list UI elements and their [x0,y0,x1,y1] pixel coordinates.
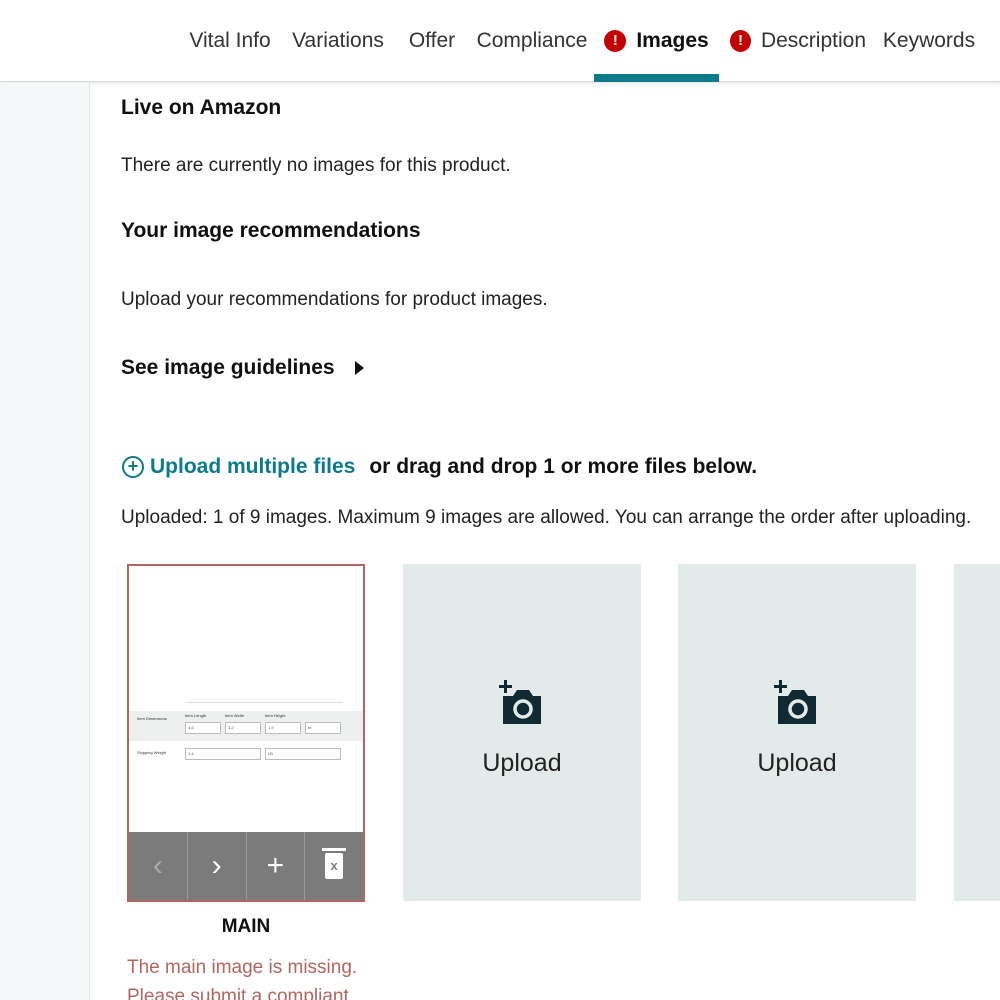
left-gutter [0,83,90,1000]
guidelines-label: See image guidelines [121,356,335,379]
thumb-label: Item Dimensions [137,716,167,721]
trash-mark: x [330,858,338,873]
tab-vital-info[interactable]: Vital Info [178,0,282,82]
previous-icon[interactable]: ‹ [129,832,188,900]
main-image-error: The main image is missing. Please submit… [127,957,358,1000]
tab-label: Images [636,29,709,52]
upload-label: Upload [482,749,562,777]
add-icon[interactable]: + [247,832,306,900]
thumb-label: Item Length [185,713,207,718]
trash-icon: x [322,848,347,879]
divider [187,702,343,703]
thumb-field: LB [265,748,341,760]
upload-slot[interactable]: Upload [403,564,641,901]
upload-status: Uploaded: 1 of 9 images. Maximum 9 image… [121,507,972,528]
recommendations-heading: Your image recommendations [121,219,421,242]
upload-label: Upload [757,749,837,777]
add-photo-icon [774,680,816,724]
upload-line: + Upload multiple files or drag and drop… [122,455,757,479]
tab-offer[interactable]: Offer [402,0,462,82]
recommendations-text: Upload your recommendations for product … [121,289,548,310]
main-image-thumbnail: Item Dimensions Item Length Item Width I… [129,566,363,832]
tab-bar: Vital Info Variations Offer Compliance !… [0,0,1000,82]
caret-right-icon [354,361,364,375]
tab-description[interactable]: ! Description [730,0,866,82]
tab-label: Vital Info [189,29,271,52]
plus-circle-icon[interactable]: + [122,456,144,478]
thumb-field: 1.9 [265,722,301,734]
drag-drop-hint: or drag and drop 1 or more files below. [369,455,758,478]
thumb-field: In [305,722,341,734]
tab-label: Description [760,29,866,52]
tab-label: Offer [408,29,456,52]
tab-variations[interactable]: Variations [290,0,386,82]
thumb-field: 1.4 [185,748,261,760]
upload-multiple-files-link[interactable]: Upload multiple files [150,455,355,479]
upload-slot-partial[interactable] [954,564,1000,901]
add-photo-icon [499,680,541,724]
live-heading: Live on Amazon [121,96,282,119]
tab-keywords[interactable]: Keywords [882,0,976,82]
tab-compliance[interactable]: Compliance [477,0,588,82]
main-image-label: MAIN [221,916,271,937]
upload-slot[interactable]: Upload [678,564,916,901]
main-image-card[interactable]: Item Dimensions Item Length Item Width I… [127,564,365,902]
next-icon[interactable]: › [188,832,247,900]
thumb-label: Shipping Weight [137,750,167,755]
error-icon: ! [604,30,627,52]
thumb-label: Item Height [265,713,286,718]
image-guidelines-toggle[interactable]: See image guidelines [121,356,364,380]
thumb-field: 3.2 [225,722,261,734]
tab-label: Compliance [476,29,588,52]
error-icon: ! [730,30,751,52]
delete-button[interactable]: x [305,832,363,900]
thumb-label: Item Width [225,713,245,718]
thumb-field: 4.5 [185,722,221,734]
tab-images[interactable]: ! Images [594,0,719,82]
tab-label: Keywords [882,29,976,52]
tab-label: Variations [292,29,384,52]
image-controls: ‹ › + x [129,832,363,900]
live-text: There are currently no images for this p… [121,155,511,176]
